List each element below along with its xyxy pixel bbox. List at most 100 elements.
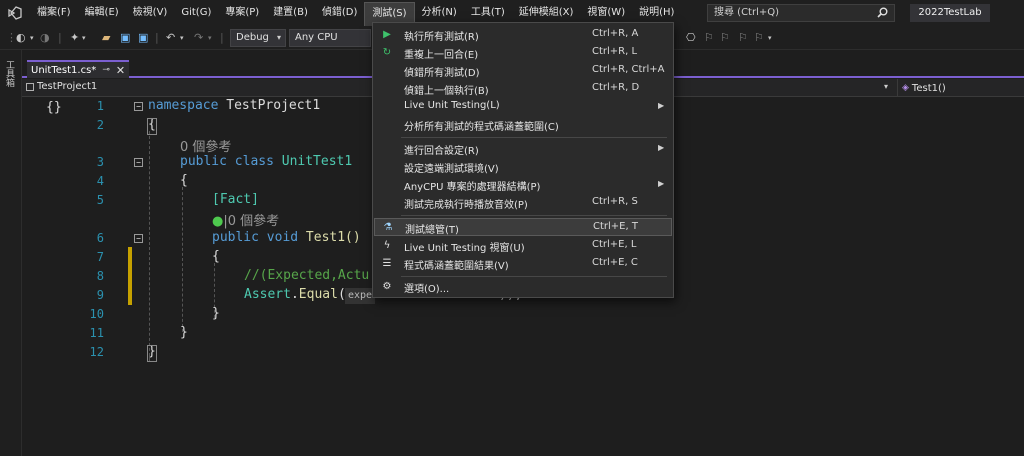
menu-tools[interactable]: 工具(T) (464, 2, 512, 24)
toolbar-separator: | (220, 31, 224, 44)
submenu-arrow-icon: ▶ (658, 143, 665, 152)
menu-view[interactable]: 檢視(V) (126, 2, 175, 24)
line-number: 11 (89, 326, 104, 340)
code-line-5: [Fact] (212, 192, 259, 207)
close-icon[interactable]: ✕ (116, 64, 125, 77)
search-placeholder: 搜尋 (Ctrl+Q) (714, 7, 780, 18)
menu-item-shortcut: Ctrl+R, S (592, 196, 638, 207)
menu-run-settings[interactable]: 進行回合設定(R) ▶ (374, 140, 672, 158)
bookmark-folder-icon[interactable]: ⚐ (738, 31, 748, 45)
menu-remote-environment[interactable]: 設定遠端測試環境(V) (374, 158, 672, 176)
fold-namespace-icon[interactable]: − (134, 102, 143, 111)
redo-icon[interactable]: ↷ (194, 31, 203, 45)
menu-project[interactable]: 專案(P) (218, 2, 266, 24)
configuration-select[interactable]: Debug ▾ (230, 29, 286, 47)
menu-item-label: 重複上一回合(E) (404, 50, 479, 61)
new-item-icon[interactable]: ✦ (70, 31, 79, 45)
tab-unittest1[interactable]: UnitTest1.cs* ⊸ ✕ (27, 60, 130, 78)
next-bookmark-icon[interactable]: ⚐ (720, 31, 730, 45)
back-dropdown-icon[interactable]: ▾ (30, 31, 34, 45)
platform-value: Any CPU (295, 32, 338, 43)
undo-icon[interactable]: ↶ (166, 31, 175, 45)
menu-debug[interactable]: 偵錯(D) (315, 2, 365, 24)
toolbar-separator: | (58, 31, 62, 44)
platform-select[interactable]: Any CPU (289, 29, 371, 47)
open-folder-icon[interactable]: ▰ (102, 31, 110, 45)
menu-extensions[interactable]: 延伸模組(X) (512, 2, 581, 24)
brace: } (212, 306, 220, 321)
menu-file[interactable]: 檔案(F) (30, 2, 78, 24)
menu-item-shortcut: Ctrl+R, D (592, 82, 640, 93)
class-name: UnitTest1 (273, 154, 353, 169)
new-item-dropdown-icon[interactable]: ▾ (82, 31, 86, 45)
pin-icon[interactable]: ⊸ (102, 65, 110, 75)
menu-item-label: 進行回合設定(R) (404, 146, 479, 157)
redo-dropdown-icon[interactable]: ▾ (208, 31, 212, 45)
toolbar-overflow-icon[interactable]: ▾ (768, 31, 772, 45)
code-line-10: } (212, 306, 220, 321)
menu-separator (401, 137, 667, 138)
menu-repeat-last-run[interactable]: ↻ 重複上一回合(E) Ctrl+R, L (374, 44, 672, 62)
menu-window[interactable]: 視窗(W) (580, 2, 632, 24)
bookmark-icon[interactable]: ⎔ (686, 31, 696, 45)
member-selector[interactable]: ◈ Test1() (897, 79, 1024, 97)
menu-item-label: 分析所有測試的程式碼涵蓋範圍(C) (404, 122, 559, 133)
fold-method-icon[interactable]: − (134, 234, 143, 243)
menu-debug-last-run[interactable]: 偵錯上一個執行(B) Ctrl+R, D (374, 80, 672, 98)
submenu-arrow-icon: ▶ (658, 101, 665, 110)
project-selector[interactable]: TestProject1 (26, 81, 97, 92)
code-line-6: public void Test1() (212, 230, 361, 245)
brace-highlight (147, 345, 157, 362)
menu-item-shortcut: Ctrl+E, L (592, 239, 637, 250)
menu-debug-all-tests[interactable]: 偵錯所有測試(D) Ctrl+R, Ctrl+A (374, 62, 672, 80)
solution-name-badge[interactable]: 2022TestLab (910, 4, 990, 22)
member-label: Test1() (911, 82, 946, 94)
brace: } (180, 325, 188, 340)
menu-git[interactable]: Git(G) (174, 2, 218, 24)
visual-studio-logo-icon[interactable] (0, 0, 30, 26)
brace-indicator-icon: {} (46, 100, 62, 115)
menu-item-shortcut: Ctrl+R, A (592, 28, 639, 39)
menu-build[interactable]: 建置(B) (266, 2, 315, 24)
codelens-references[interactable]: 0 個參考 (180, 136, 231, 155)
menu-help[interactable]: 說明(H) (632, 2, 681, 24)
menu-item-label: 測試完成執行時播放音效(P) (404, 200, 528, 211)
search-input[interactable]: 搜尋 (Ctrl+Q) (707, 4, 895, 22)
forward-icon[interactable]: ◑ (40, 31, 50, 45)
test-explorer-icon: ⚗ (383, 222, 393, 233)
prev-bookmark-icon[interactable]: ⚐ (704, 31, 714, 45)
menu-item-shortcut: Ctrl+E, T (593, 221, 638, 232)
menu-processor-architecture[interactable]: AnyCPU 專案的處理器結構(P) ▶ (374, 176, 672, 194)
run-all-icon: ▶ (383, 29, 391, 40)
back-icon[interactable]: ◐ (16, 31, 26, 45)
indent-guide (149, 131, 150, 361)
menu-analyze[interactable]: 分析(N) (415, 2, 464, 24)
toolbox-tab[interactable]: 工具箱 (4, 60, 16, 87)
fold-class-icon[interactable]: − (134, 158, 143, 167)
line-number: 6 (96, 231, 104, 245)
chevron-down-icon[interactable]: ▾ (884, 82, 888, 91)
code-line-11: } (180, 325, 188, 340)
undo-dropdown-icon[interactable]: ▾ (180, 31, 184, 45)
menu-live-unit-testing[interactable]: Live Unit Testing(L) ▶ (374, 98, 672, 116)
code-line-3: public class UnitTest1 (180, 154, 352, 169)
menu-play-sound[interactable]: 測試完成執行時播放音效(P) Ctrl+R, S (374, 194, 672, 212)
menu-options[interactable]: ⚙ 選項(O)... (374, 278, 672, 296)
menu-live-unit-testing-window[interactable]: ϟ Live Unit Testing 視窗(U) Ctrl+E, L (374, 237, 672, 255)
menu-item-label: Live Unit Testing(L) (404, 100, 500, 111)
save-icon[interactable]: ▣ (120, 31, 130, 45)
menu-coverage-results[interactable]: ☰ 程式碼涵蓋範圍結果(V) Ctrl+E, C (374, 255, 672, 273)
submenu-arrow-icon: ▶ (658, 179, 665, 188)
clear-bookmarks-icon[interactable]: ⚐ (754, 31, 764, 45)
menu-analyze-coverage[interactable]: 分析所有測試的程式碼涵蓋範圍(C) (374, 116, 672, 134)
coverage-results-icon: ☰ (382, 258, 392, 269)
test-menu-dropdown: ▶ 執行所有測試(R) Ctrl+R, A ↻ 重複上一回合(E) Ctrl+R… (372, 22, 674, 298)
codelens-method[interactable]: ●|0 個參考 (212, 210, 279, 229)
menu-edit[interactable]: 編輯(E) (78, 2, 126, 24)
indent-guide (182, 187, 183, 332)
menu-test-explorer[interactable]: ⚗ 測試總管(T) Ctrl+E, T (374, 218, 672, 236)
codelens-method-references: |0 個參考 (223, 214, 280, 229)
save-all-icon[interactable]: ▣ (138, 31, 148, 45)
project-label: TestProject1 (37, 81, 98, 92)
menu-run-all-tests[interactable]: ▶ 執行所有測試(R) Ctrl+R, A (374, 26, 672, 44)
